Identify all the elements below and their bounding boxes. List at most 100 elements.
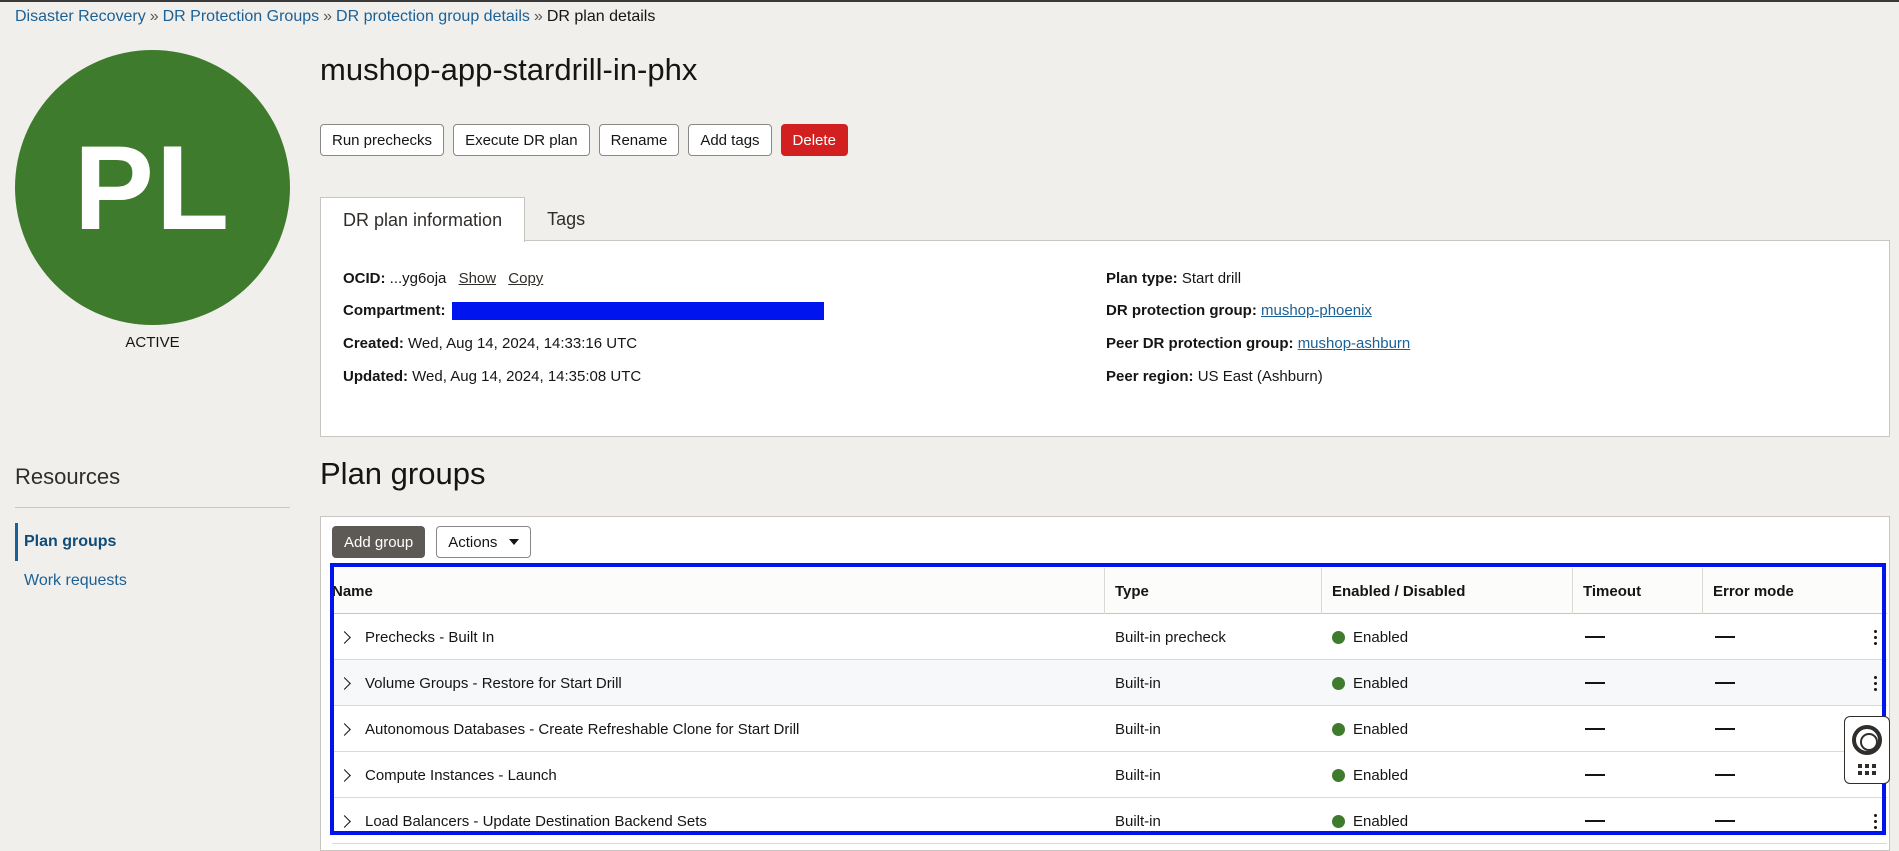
chevron-right-icon — [338, 676, 351, 690]
top-border — [0, 0, 1899, 2]
actions-label: Actions — [448, 533, 498, 551]
timeout-empty — [1585, 660, 1605, 706]
sidebar-item-work-requests[interactable]: Work requests — [15, 562, 290, 600]
plan-group-name: Volume Groups - Restore for Start Drill — [365, 674, 622, 692]
help-widget[interactable] — [1844, 716, 1890, 784]
breadcrumb-separator: » — [149, 8, 159, 25]
run-prechecks-button[interactable]: Run prechecks — [320, 124, 445, 156]
resource-avatar: PL — [15, 50, 290, 325]
plan-group-name: Compute Instances - Launch — [365, 766, 557, 784]
plan-group-name: Load Balancers - Update Destination Back… — [365, 812, 707, 830]
status-dot-icon — [1332, 676, 1345, 690]
breadcrumb-disaster-recovery[interactable]: Disaster Recovery — [15, 8, 146, 25]
dr-group-row: DR protection group: mushop-phoenix — [1106, 302, 1372, 319]
updated-value: Wed, Aug 14, 2024, 14:35:08 UTC — [412, 368, 642, 385]
row-actions-kebab-icon[interactable] — [1874, 660, 1877, 706]
table-row[interactable]: Load Balancers - Update Destination Back… — [332, 798, 1887, 844]
plan-group-name: Prechecks - Built In — [365, 628, 495, 646]
timeout-empty — [1585, 752, 1605, 798]
error-mode-empty — [1715, 798, 1735, 844]
rename-button[interactable]: Rename — [598, 124, 680, 156]
plan-group-status: Enabled — [1353, 674, 1409, 692]
plan-type-row: Plan type: Start drill — [1106, 270, 1241, 287]
row-actions-kebab-icon[interactable] — [1874, 614, 1877, 660]
created-label: Created: — [343, 335, 404, 352]
breadcrumb: Disaster Recovery» DR Protection Groups» D… — [15, 8, 655, 26]
expand-row-button[interactable] — [338, 706, 351, 752]
column-header-type[interactable]: Type — [1104, 568, 1321, 614]
expand-row-button[interactable] — [338, 798, 351, 844]
timeout-empty — [1585, 798, 1605, 844]
table-row[interactable]: Volume Groups - Restore for Start Drill … — [332, 660, 1887, 706]
plan-groups-heading: Plan groups — [320, 456, 486, 491]
add-group-button[interactable]: Add group — [332, 526, 426, 558]
breadcrumb-current: DR plan details — [546, 8, 656, 25]
plan-group-type: Built-in — [1115, 674, 1161, 692]
dr-group-link[interactable]: mushop-phoenix — [1261, 302, 1372, 319]
plan-group-status: Enabled — [1353, 812, 1409, 830]
updated-label: Updated: — [343, 368, 408, 385]
updated-row: Updated: Wed, Aug 14, 2024, 14:35:08 UTC — [343, 368, 641, 385]
column-header-enabled[interactable]: Enabled / Disabled — [1321, 568, 1572, 614]
action-toolbar: Run prechecks Execute DR plan Rename Add… — [320, 124, 848, 156]
breadcrumb-dr-protection-groups[interactable]: DR Protection Groups — [163, 8, 320, 25]
breadcrumb-separator: » — [533, 8, 543, 25]
table-row[interactable]: Compute Instances - Launch Built-in Enab… — [332, 752, 1887, 798]
chevron-right-icon — [338, 814, 351, 828]
breadcrumb-separator: » — [323, 8, 333, 25]
ocid-show-link[interactable]: Show — [459, 270, 497, 287]
plan-groups-table: Name Type Enabled / Disabled Timeout Err… — [332, 568, 1887, 844]
plan-group-status: Enabled — [1353, 766, 1409, 784]
breadcrumb-dr-protection-group-details[interactable]: DR protection group details — [336, 8, 530, 25]
lifebuoy-icon[interactable] — [1852, 725, 1882, 756]
ocid-label: OCID: — [343, 270, 386, 287]
chevron-right-icon — [338, 630, 351, 644]
status-dot-icon — [1332, 768, 1345, 782]
row-actions-kebab-icon[interactable] — [1874, 798, 1877, 844]
status-dot-icon — [1332, 722, 1345, 736]
delete-button[interactable]: Delete — [780, 124, 848, 156]
expand-row-button[interactable] — [338, 660, 351, 706]
resources-heading: Resources — [15, 464, 121, 489]
compartment-row: Compartment: — [343, 302, 824, 321]
ocid-copy-link[interactable]: Copy — [508, 270, 543, 287]
resources-divider — [15, 507, 290, 508]
ocid-value: ...yg6oja — [389, 270, 447, 287]
expand-row-button[interactable] — [338, 614, 351, 660]
sidebar-item-plan-groups[interactable]: Plan groups — [15, 523, 290, 561]
plan-group-type: Built-in — [1115, 766, 1161, 784]
chevron-right-icon — [338, 768, 351, 782]
tab-tags[interactable]: Tags — [525, 197, 607, 241]
plan-group-type: Built-in precheck — [1115, 628, 1226, 646]
plan-type-label: Plan type: — [1106, 270, 1178, 287]
column-header-name[interactable]: Name — [332, 568, 1104, 614]
add-tags-button[interactable]: Add tags — [688, 124, 772, 156]
peer-group-row: Peer DR protection group: mushop-ashburn — [1106, 335, 1410, 352]
table-row[interactable]: Prechecks - Built In Built-in precheck E… — [332, 614, 1887, 660]
table-toolbar: Add group Actions — [332, 526, 532, 558]
actions-dropdown[interactable]: Actions — [436, 526, 532, 558]
status-dot-icon — [1332, 814, 1345, 828]
plan-group-name: Autonomous Databases - Create Refreshabl… — [365, 720, 800, 738]
column-header-error-mode[interactable]: Error mode — [1702, 568, 1887, 614]
peer-region-row: Peer region: US East (Ashburn) — [1106, 368, 1323, 385]
tab-dr-plan-information[interactable]: DR plan information — [320, 197, 526, 242]
created-value: Wed, Aug 14, 2024, 14:33:16 UTC — [408, 335, 638, 352]
peer-region-value: US East (Ashburn) — [1197, 368, 1323, 385]
table-row[interactable]: Autonomous Databases - Create Refreshabl… — [332, 706, 1887, 752]
error-mode-empty — [1715, 752, 1735, 798]
column-header-timeout[interactable]: Timeout — [1572, 568, 1702, 614]
timeout-empty — [1585, 614, 1605, 660]
peer-region-label: Peer region: — [1106, 368, 1194, 385]
timeout-empty — [1585, 706, 1605, 752]
plan-group-type: Built-in — [1115, 812, 1161, 830]
chevron-right-icon — [338, 722, 351, 736]
apps-grid-icon[interactable] — [1858, 763, 1876, 775]
expand-row-button[interactable] — [338, 752, 351, 798]
peer-group-link[interactable]: mushop-ashburn — [1298, 335, 1411, 352]
status-dot-icon — [1332, 630, 1345, 644]
plan-type-value: Start drill — [1181, 270, 1242, 287]
created-row: Created: Wed, Aug 14, 2024, 14:33:16 UTC — [343, 335, 637, 352]
plan-group-status: Enabled — [1353, 720, 1409, 738]
execute-dr-plan-button[interactable]: Execute DR plan — [453, 124, 590, 156]
